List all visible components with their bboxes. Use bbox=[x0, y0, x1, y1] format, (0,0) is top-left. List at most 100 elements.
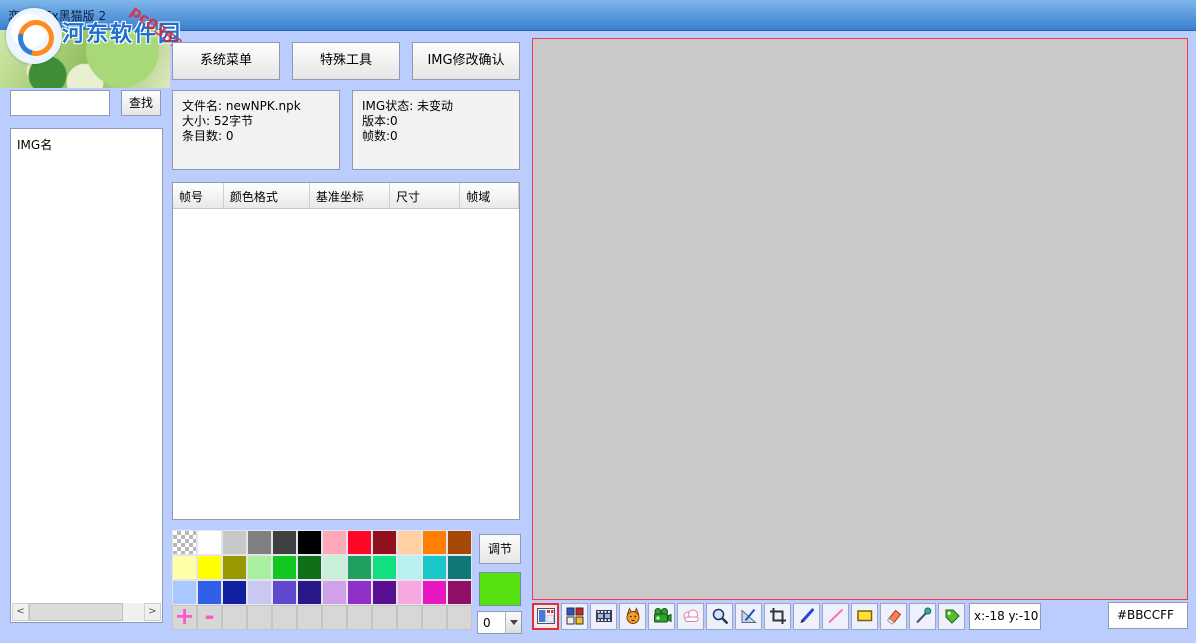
palette-color-cell[interactable] bbox=[222, 555, 247, 580]
eraser-icon[interactable] bbox=[880, 602, 907, 630]
palette-color-cell[interactable] bbox=[422, 555, 447, 580]
palette-color-cell[interactable] bbox=[322, 530, 347, 555]
frame-table[interactable]: 帧号 颜色格式 基准坐标 尺寸 帧域 bbox=[172, 182, 520, 520]
palette-color-cell[interactable] bbox=[272, 530, 297, 555]
palette-empty-cell[interactable] bbox=[272, 605, 297, 630]
palette-color-cell[interactable] bbox=[422, 580, 447, 605]
frame-table-column-header[interactable]: 基准坐标 bbox=[310, 183, 390, 208]
zoom-icon[interactable] bbox=[706, 602, 733, 630]
palette-color-cell[interactable] bbox=[447, 530, 472, 555]
img-status-text: IMG状态: 未变动 bbox=[362, 99, 454, 113]
palette-color-cell[interactable] bbox=[347, 530, 372, 555]
palette-color-cell[interactable] bbox=[297, 580, 322, 605]
palette-color-cell[interactable] bbox=[247, 530, 272, 555]
frame-table-column-header[interactable]: 帧域 bbox=[460, 183, 519, 208]
palette-color-cell[interactable] bbox=[447, 580, 472, 605]
img-confirm-button[interactable]: IMG修改确认 bbox=[412, 42, 520, 80]
palette-color-cell[interactable] bbox=[372, 580, 397, 605]
palette-empty-cell[interactable] bbox=[247, 605, 272, 630]
palette-color-cell[interactable] bbox=[222, 580, 247, 605]
line-icon[interactable] bbox=[822, 602, 849, 630]
palette-empty-cell[interactable] bbox=[372, 605, 397, 630]
palette-empty-cell[interactable] bbox=[397, 605, 422, 630]
palette-color-cell[interactable] bbox=[397, 530, 422, 555]
horizontal-scrollbar[interactable]: < > bbox=[12, 603, 161, 621]
palette-color-cell[interactable] bbox=[197, 555, 222, 580]
palette-grid[interactable]: + - bbox=[172, 530, 472, 630]
palette-color-cell[interactable] bbox=[372, 555, 397, 580]
frame-table-column-header[interactable]: 颜色格式 bbox=[224, 183, 310, 208]
frame-table-header: 帧号 颜色格式 基准坐标 尺寸 帧域 bbox=[173, 183, 519, 209]
palette-color-cell[interactable] bbox=[272, 555, 297, 580]
img-list-header: IMG名 bbox=[17, 138, 53, 152]
special-tools-button[interactable]: 特殊工具 bbox=[292, 42, 400, 80]
frame-table-column-header[interactable]: 帧号 bbox=[173, 183, 224, 208]
palette-color-cell[interactable] bbox=[397, 580, 422, 605]
palette-color-cell[interactable] bbox=[447, 555, 472, 580]
rectangle-icon[interactable] bbox=[851, 602, 878, 630]
palette-empty-cell[interactable] bbox=[322, 605, 347, 630]
hex-color-display: #BBCCFF bbox=[1108, 602, 1188, 629]
palette-transparent-cell[interactable] bbox=[172, 530, 197, 555]
img-status-panel: IMG状态: 未变动 版本:0 帧数:0 bbox=[352, 90, 520, 170]
search-button[interactable]: 查找 bbox=[121, 90, 161, 116]
crop-icon[interactable] bbox=[764, 602, 791, 630]
ruler-pen-icon[interactable] bbox=[735, 602, 762, 630]
img-list[interactable]: IMG名 < > bbox=[10, 128, 163, 623]
frame-select[interactable]: 0 bbox=[477, 611, 522, 634]
film-strip-icon[interactable] bbox=[590, 602, 617, 630]
palette-grid-icon[interactable] bbox=[561, 602, 588, 630]
palette-color-cell[interactable] bbox=[247, 580, 272, 605]
app-window: 恋恋のEx黑猫版 2 河东软件园 pc0359.cn 系统菜单 特殊工具 IMG… bbox=[0, 0, 1196, 643]
palette-color-cell[interactable] bbox=[347, 580, 372, 605]
file-name-text: 文件名: newNPK.npk bbox=[182, 99, 301, 113]
chevron-down-icon bbox=[509, 620, 518, 625]
coords-display: x:-18 y:-10 bbox=[969, 602, 1041, 630]
palette-color-cell[interactable] bbox=[422, 530, 447, 555]
palette-color-cell[interactable] bbox=[322, 555, 347, 580]
palette-empty-cell[interactable] bbox=[222, 605, 247, 630]
img-frames-text: 帧数:0 bbox=[362, 129, 398, 143]
palette-empty-cell[interactable] bbox=[347, 605, 372, 630]
file-size-text: 大小: 52字节 bbox=[182, 114, 254, 128]
bottom-toolbar: x:-18 y:-10 bbox=[532, 601, 1041, 631]
palette-empty-cell[interactable] bbox=[422, 605, 447, 630]
palette-color-cell[interactable] bbox=[197, 530, 222, 555]
palette-color-cell[interactable] bbox=[347, 555, 372, 580]
palette-color-cell[interactable] bbox=[322, 580, 347, 605]
palette-color-cell[interactable] bbox=[372, 530, 397, 555]
system-menu-button[interactable]: 系统菜单 bbox=[172, 42, 280, 80]
dropdown-arrow-button[interactable] bbox=[505, 612, 521, 633]
entry-count-text: 条目数: 0 bbox=[182, 129, 234, 143]
palette-color-cell[interactable] bbox=[272, 580, 297, 605]
scrollbar-track[interactable] bbox=[29, 603, 144, 621]
palette-empty-cell[interactable] bbox=[297, 605, 322, 630]
adjust-button[interactable]: 调节 bbox=[479, 534, 521, 564]
palette-remove-button[interactable]: - bbox=[197, 604, 222, 630]
scrollbar-thumb[interactable] bbox=[29, 603, 124, 621]
cat-icon[interactable] bbox=[619, 602, 646, 630]
frame-select-value: 0 bbox=[483, 616, 491, 630]
pen-icon[interactable] bbox=[793, 602, 820, 630]
eyedropper-icon[interactable] bbox=[909, 602, 936, 630]
canvas[interactable] bbox=[532, 38, 1188, 600]
palette-color-cell[interactable] bbox=[247, 555, 272, 580]
movie-camera-icon[interactable] bbox=[648, 602, 675, 630]
palette-empty-cell[interactable] bbox=[447, 605, 472, 630]
palette-color-cell[interactable] bbox=[297, 555, 322, 580]
scroll-left-arrow-icon[interactable]: < bbox=[12, 603, 29, 621]
current-color-swatch[interactable] bbox=[479, 572, 521, 606]
img-version-text: 版本:0 bbox=[362, 114, 398, 128]
search-input[interactable] bbox=[10, 90, 110, 116]
frame-table-column-header[interactable]: 尺寸 bbox=[390, 183, 461, 208]
file-info-panel: 文件名: newNPK.npk 大小: 52字节 条目数: 0 bbox=[172, 90, 340, 170]
palette-color-cell[interactable] bbox=[397, 555, 422, 580]
palette-color-cell[interactable] bbox=[172, 555, 197, 580]
frame-view-icon[interactable] bbox=[532, 602, 559, 630]
palette-color-cell[interactable] bbox=[222, 530, 247, 555]
scroll-right-arrow-icon[interactable]: > bbox=[144, 603, 161, 621]
palette-add-button[interactable]: + bbox=[172, 604, 197, 630]
cloud-icon[interactable] bbox=[677, 602, 704, 630]
palette-color-cell[interactable] bbox=[297, 530, 322, 555]
tag-icon[interactable] bbox=[938, 602, 965, 630]
